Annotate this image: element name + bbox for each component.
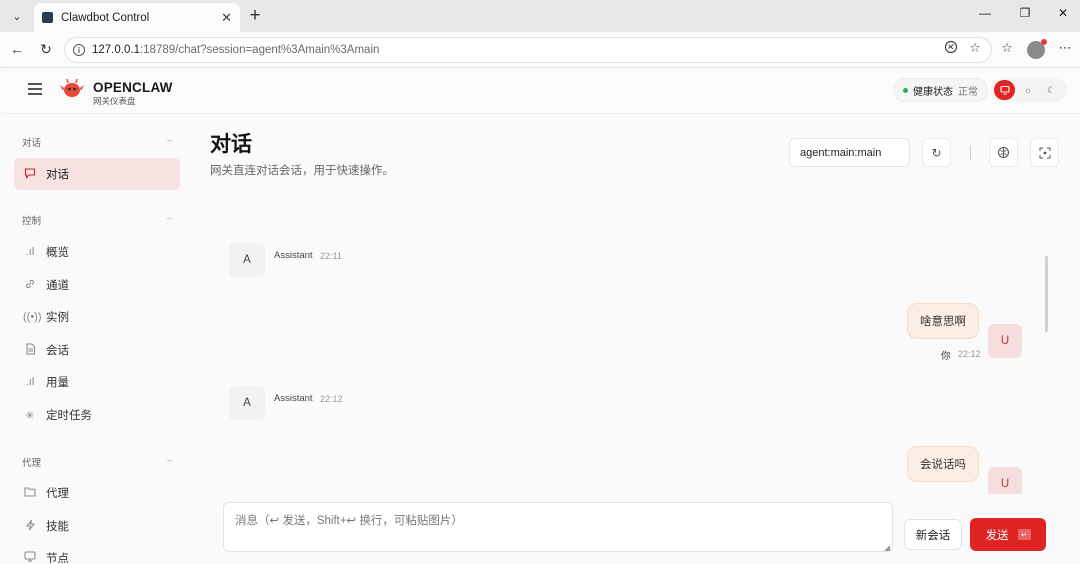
bar-chart-icon: .ıl — [25, 376, 35, 388]
sidebar-item-nodes[interactable]: 节点 — [14, 542, 180, 564]
collapse-icon[interactable]: – — [167, 455, 172, 465]
brand-name: OPENCLAW — [93, 80, 173, 95]
url-host: 127.0.0.1 — [92, 44, 140, 56]
sidebar-item-label: 代理 — [46, 488, 69, 500]
restore-icon[interactable]: ❐ — [1015, 6, 1035, 20]
divider — [970, 146, 971, 160]
health-dot — [903, 87, 908, 93]
back-icon[interactable]: ← — [8, 41, 26, 57]
page-title: 对话 — [210, 133, 252, 156]
menu-icon[interactable] — [28, 83, 42, 95]
tab-favicon — [42, 12, 53, 23]
assistant-avatar: A — [229, 243, 265, 277]
refresh-icon[interactable]: ↻ — [922, 138, 951, 167]
tab-search-icon[interactable]: ⌄ — [6, 6, 28, 26]
sidebar-item-label: 概览 — [46, 247, 69, 259]
sidebar-item-label: 技能 — [46, 521, 69, 533]
address-bar[interactable]: i 127.0.0.1:18789/chat?session=agent%3Am… — [64, 37, 992, 63]
new-session-button[interactable]: 新会话 — [904, 519, 962, 550]
message-author: Assistant — [274, 250, 313, 261]
collapse-icon[interactable]: – — [167, 213, 172, 223]
enter-key-icon: ↵ — [1017, 529, 1031, 540]
brain-icon[interactable] — [989, 138, 1018, 167]
browser-toolbar: ← ↻ i 127.0.0.1:18789/chat?session=agent… — [0, 32, 1080, 68]
chat-scrollbar[interactable] — [1045, 256, 1048, 332]
dark-theme-icon[interactable]: ☾ — [1041, 80, 1062, 100]
document-icon — [23, 343, 37, 358]
new-tab-icon[interactable]: + — [244, 5, 266, 27]
message-author: Assistant — [274, 393, 313, 404]
browser-tab[interactable]: Clawdbot Control ✕ — [34, 3, 240, 32]
brand-subtitle: 网关仪表盘 — [93, 96, 136, 106]
health-status-badge: 健康状态 正常 — [893, 78, 988, 102]
broadcast-icon: ((•)) — [23, 311, 42, 323]
sidebar: 对话 – 对话 控制 – .ıl 概览 通道 ((•)) 实例 会话 .ıl 用… — [4, 114, 190, 564]
page-subtitle: 网关直连对话会话，用于快速操作。 — [210, 165, 394, 177]
user-message-bubble: 啥意思啊 — [907, 303, 979, 339]
sidebar-item-chat[interactable]: 对话 — [14, 158, 180, 190]
user-avatar: U — [988, 324, 1022, 358]
profile-avatar[interactable] — [1027, 39, 1047, 59]
sidebar-section-chat: 对话 — [22, 138, 42, 149]
health-value: 正常 — [958, 86, 978, 98]
chat-icon — [23, 167, 37, 182]
tab-close-icon[interactable]: ✕ — [221, 10, 232, 26]
sidebar-item-label: 用量 — [46, 377, 69, 389]
monitor-icon — [23, 551, 37, 564]
sidebar-item-label: 定时任务 — [46, 410, 92, 422]
sidebar-item-skills[interactable]: 技能 — [14, 510, 180, 542]
app-header: OPENCLAW 网关仪表盘 健康状态 正常 ☼ ☾ — [4, 68, 1080, 114]
bar-chart-icon: .ıl — [25, 246, 35, 258]
send-button[interactable]: 发送 ↵ — [970, 518, 1046, 551]
focus-mode-icon[interactable] — [1030, 138, 1059, 167]
message-time: 22:12 — [320, 394, 343, 404]
sidebar-item-label: 对话 — [46, 169, 69, 181]
sidebar-section-control: 控制 — [22, 216, 42, 227]
sidebar-item-cron-jobs[interactable]: ✳ 定时任务 — [14, 399, 180, 431]
session-select[interactable]: agent:main:main — [789, 138, 910, 167]
resize-grip-icon[interactable]: ◢ — [884, 543, 890, 552]
tab-title: Clawdbot Control — [61, 11, 150, 24]
info-icon[interactable]: i — [73, 44, 85, 56]
sidebar-item-agents[interactable]: 代理 — [14, 477, 180, 509]
message-time: 22:12 — [958, 349, 981, 359]
sidebar-item-label: 实例 — [46, 312, 69, 324]
light-theme-icon[interactable]: ☼ — [1017, 80, 1038, 100]
sidebar-item-label: 节点 — [46, 553, 69, 564]
send-button-label: 发送 — [985, 529, 1009, 542]
sidebar-item-label: 通道 — [46, 280, 69, 292]
reload-icon[interactable]: ↻ — [37, 41, 55, 58]
health-label: 健康状态 — [913, 86, 953, 98]
window-close-icon[interactable]: ✕ — [1053, 6, 1073, 20]
sidebar-item-channels[interactable]: 通道 — [14, 269, 180, 301]
logo-icon — [60, 79, 84, 97]
sidebar-item-instances[interactable]: ((•)) 实例 — [14, 301, 180, 333]
sidebar-item-label: 会话 — [46, 345, 69, 357]
link-icon — [23, 278, 37, 293]
browser-tabstrip: ⌄ Clawdbot Control ✕ + — ❐ ✕ — [0, 0, 1080, 32]
folder-icon — [23, 486, 37, 500]
more-icon[interactable]: ⋯ — [1056, 40, 1074, 56]
favorites-icon[interactable]: ☆ — [998, 40, 1016, 56]
url-path: :18789/chat?session=agent%3Amain%3Amain — [139, 44, 380, 56]
message-time: 22:11 — [320, 251, 342, 261]
message-input[interactable]: 消息（↩ 发送，Shift+↩ 换行，可粘贴图片） — [223, 502, 893, 552]
sidebar-item-usage[interactable]: .ıl 用量 — [14, 366, 180, 398]
collapse-icon[interactable]: – — [167, 135, 172, 145]
sidebar-item-sessions[interactable]: 会话 — [14, 334, 180, 366]
sidebar-item-overview[interactable]: .ıl 概览 — [14, 236, 180, 268]
read-aloud-icon[interactable] — [942, 40, 960, 57]
assistant-avatar: A — [229, 386, 265, 420]
lightning-icon — [23, 519, 37, 534]
loader-icon: ✳ — [25, 409, 35, 422]
sidebar-section-agents: 代理 — [22, 458, 42, 469]
system-theme-icon[interactable] — [994, 80, 1016, 100]
minimize-icon[interactable]: — — [975, 6, 995, 20]
star-icon[interactable]: ☆ — [966, 40, 984, 56]
theme-switcher: ☼ ☾ — [991, 78, 1067, 102]
message-author: 你 — [941, 351, 951, 362]
user-message-bubble: 会说话吗 — [907, 446, 979, 482]
